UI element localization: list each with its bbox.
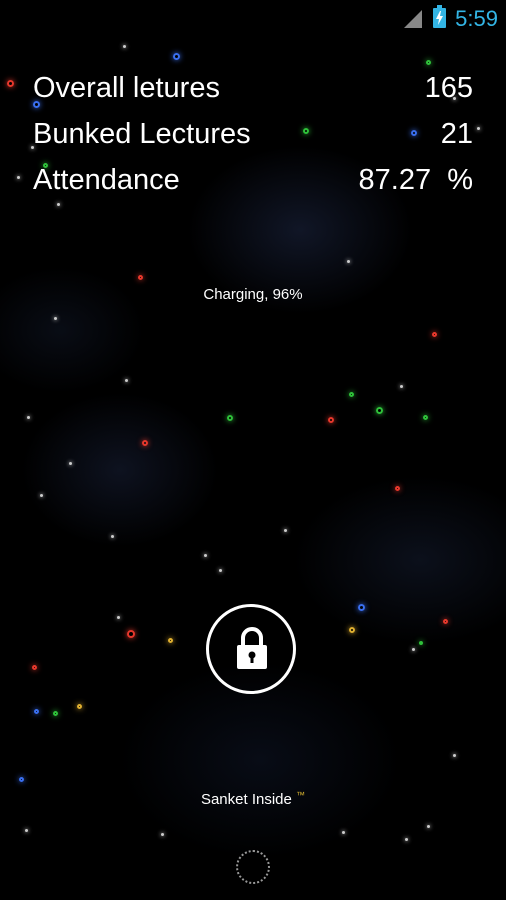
wallpaper-particle bbox=[227, 415, 233, 421]
wallpaper-particle bbox=[31, 664, 37, 670]
trademark-symbol: ™ bbox=[296, 790, 306, 800]
wallpaper-particle bbox=[137, 274, 143, 280]
lock-screen: 5:59 Overall letures 165 Bunked Lectures… bbox=[0, 0, 506, 900]
wallpaper-particle bbox=[394, 485, 400, 491]
overall-lectures-row: Overall letures 165 bbox=[33, 72, 473, 112]
attendance-label: Attendance bbox=[33, 164, 180, 196]
wallpaper-particle bbox=[6, 79, 14, 87]
wallpaper-star bbox=[39, 493, 43, 497]
wallpaper-particle bbox=[18, 776, 24, 782]
wallpaper-particle bbox=[52, 710, 58, 716]
wallpaper-star bbox=[122, 44, 126, 48]
wallpaper-star bbox=[24, 828, 28, 832]
status-clock: 5:59 bbox=[455, 6, 498, 31]
wallpaper-particle bbox=[422, 414, 428, 420]
wallpaper-star bbox=[26, 415, 30, 419]
wallpaper-star bbox=[346, 259, 350, 263]
wallpaper-star bbox=[124, 378, 128, 382]
wallpaper-star bbox=[116, 615, 120, 619]
battery-charging-icon bbox=[433, 5, 446, 28]
wallpaper-star bbox=[283, 528, 287, 532]
wallpaper-star bbox=[16, 175, 20, 179]
wallpaper-particle bbox=[172, 52, 180, 60]
wallpaper-particle bbox=[33, 708, 39, 714]
overall-lectures-label: Overall letures bbox=[33, 72, 220, 104]
overall-lectures-value: 165 bbox=[424, 72, 473, 104]
wallpaper-star bbox=[426, 824, 430, 828]
attendance-row: Attendance 87.27 % bbox=[33, 164, 473, 204]
wallpaper-particle bbox=[348, 391, 354, 397]
wallpaper-particle bbox=[419, 641, 423, 645]
bunked-lectures-row: Bunked Lectures 21 bbox=[33, 118, 473, 158]
attendance-value: 87.27 % bbox=[358, 164, 473, 196]
footer-credit: Sanket Inside ™ bbox=[0, 790, 506, 808]
wallpaper-particle bbox=[76, 703, 82, 709]
wallpaper-star bbox=[404, 837, 408, 841]
footer-credit-text: Sanket Inside bbox=[200, 791, 292, 808]
wallpaper-particle bbox=[349, 627, 355, 633]
wallpaper-particle bbox=[127, 630, 135, 638]
wallpaper-particle bbox=[167, 637, 173, 643]
wallpaper-particle bbox=[357, 603, 365, 611]
unlock-button[interactable] bbox=[206, 604, 296, 694]
wallpaper-particle bbox=[328, 417, 334, 423]
charging-status: Charging, 96% bbox=[203, 286, 303, 303]
wallpaper-star bbox=[203, 553, 207, 557]
wallpaper-star bbox=[218, 568, 222, 572]
wallpaper-particle bbox=[442, 618, 448, 624]
wallpaper-particle bbox=[142, 440, 148, 446]
wallpaper-particle bbox=[375, 406, 383, 414]
wallpaper-particle bbox=[425, 59, 431, 65]
signal-icon bbox=[404, 10, 422, 28]
wallpaper-star bbox=[110, 534, 114, 538]
wallpaper-star bbox=[68, 461, 72, 465]
lock-icon bbox=[237, 627, 267, 669]
wallpaper-star bbox=[160, 832, 164, 836]
wallpaper-star bbox=[411, 647, 415, 651]
wallpaper-star bbox=[452, 753, 456, 757]
wallpaper-star bbox=[341, 830, 345, 834]
wallpaper-star bbox=[476, 126, 480, 130]
status-bar: 5:59 bbox=[0, 0, 506, 38]
wallpaper-particle bbox=[431, 331, 437, 337]
wallpaper-star bbox=[53, 316, 57, 320]
wallpaper-star bbox=[399, 384, 403, 388]
bunked-lectures-label: Bunked Lectures bbox=[33, 118, 251, 150]
bunked-lectures-value: 21 bbox=[440, 118, 473, 150]
unlock-target-ring-icon bbox=[236, 850, 270, 884]
